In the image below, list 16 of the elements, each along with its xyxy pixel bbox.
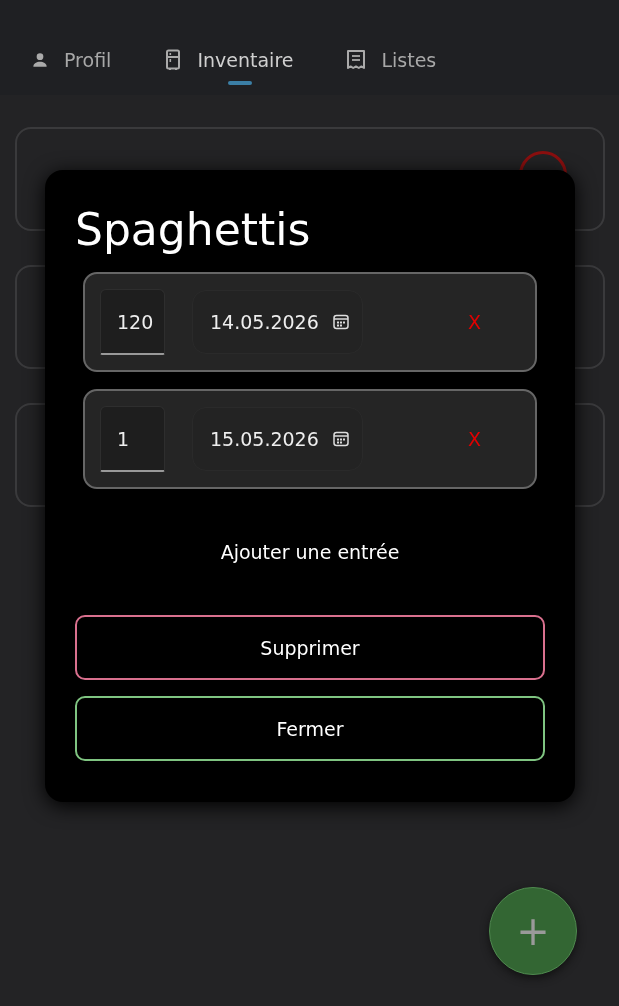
add-entry-button[interactable]: Ajouter une entrée [214, 537, 406, 567]
quantity-field[interactable]: 1 [100, 406, 165, 472]
tab[interactable]: Inventaire [161, 25, 320, 95]
date-field[interactable]: 15.05.2026 [192, 407, 363, 471]
date-field[interactable]: 14.05.2026 [192, 290, 363, 354]
calendar-icon [332, 431, 349, 447]
quantity-field[interactable]: 120 [100, 289, 165, 355]
calendar-icon [332, 314, 349, 330]
dialog-title: Spaghettis [75, 203, 312, 257]
tab[interactable]: Listes [343, 25, 463, 95]
tab[interactable]: Profil [28, 25, 138, 95]
selected-tab-indicator [228, 81, 253, 85]
delete-button[interactable]: Supprimer [75, 615, 545, 680]
close-button[interactable]: Fermer [75, 696, 545, 761]
receipt-icon [345, 49, 368, 71]
person-icon [30, 50, 50, 70]
